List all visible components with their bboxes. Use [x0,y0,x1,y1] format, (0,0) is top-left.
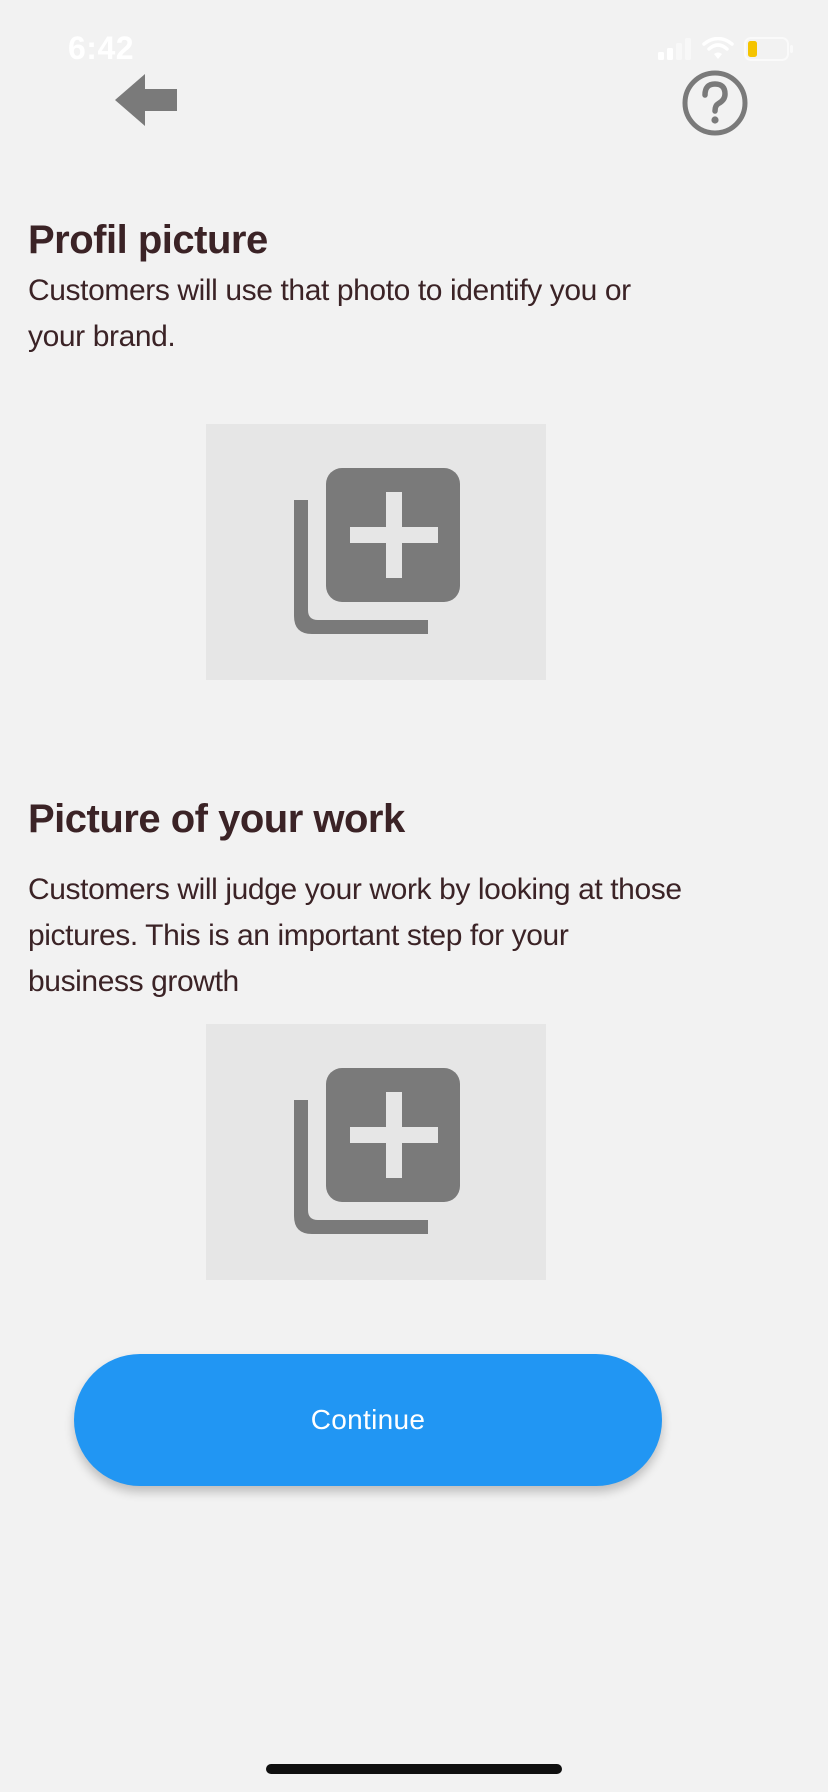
add-photo-library-icon [294,468,460,634]
home-indicator[interactable] [266,1764,562,1774]
profile-picture-upload[interactable] [206,424,546,680]
profile-picture-title: Profil picture [28,218,268,262]
signal-icon [658,38,691,60]
continue-button[interactable]: Continue [74,1354,662,1486]
help-button[interactable] [680,68,750,138]
status-icons [658,34,794,64]
arrow-left-icon [115,74,177,126]
question-circle-icon [682,70,748,136]
add-photo-library-icon [294,1068,460,1234]
battery-icon [744,37,793,61]
profile-picture-description: Customers will use that photo to identif… [28,274,631,353]
wifi-icon [702,37,734,59]
work-picture-description: Customers will judge your work by lookin… [28,873,682,998]
work-picture-upload[interactable] [206,1024,546,1280]
status-time: 6:42 [68,30,135,66]
back-button[interactable] [110,70,182,130]
work-picture-title: Picture of your work [28,797,405,841]
